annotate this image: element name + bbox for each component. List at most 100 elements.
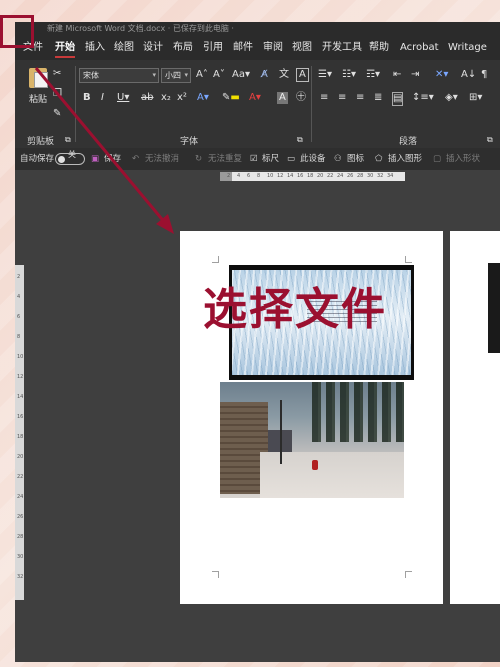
ruler-tick-label: 34 [387, 173, 394, 179]
menu-review[interactable]: 审阅 [263, 36, 283, 60]
game-screenshot-image[interactable] [220, 382, 404, 498]
subscript-icon[interactable]: x₂ [161, 92, 171, 104]
insert-shape-icon: ⬠ [375, 154, 383, 164]
ruler-tick-label: 20 [17, 454, 24, 460]
ruler-tick-label: 26 [17, 514, 24, 520]
bullets-icon[interactable]: ☰▾ [318, 69, 332, 81]
font-launcher-icon[interactable]: ⧉ [297, 134, 303, 146]
insert-shape-button[interactable]: 插入图形 [388, 148, 422, 170]
undo-icon: ↶ [132, 154, 140, 164]
autosave-state: 关 [68, 150, 76, 159]
shrink-font-icon[interactable]: A˅ [213, 69, 225, 81]
ruler-tick-label: 16 [17, 414, 24, 420]
chevron-down-icon: ▾ [152, 71, 156, 79]
ruler-tick-label: 12 [17, 374, 24, 380]
this-device-button[interactable]: 此设备 [300, 148, 326, 170]
character [312, 460, 318, 470]
ruler-tick-label: 4 [17, 294, 21, 300]
copy-icon[interactable]: ❐ [53, 88, 62, 100]
borders-icon[interactable]: ⊞▾ [469, 92, 482, 104]
ruler-tick-label: 2 [17, 274, 21, 280]
ruler-tick-label: 12 [277, 173, 284, 179]
justify-icon[interactable]: ≣ [374, 92, 382, 104]
menu-design[interactable]: 设计 [143, 36, 163, 60]
page-edge-image [488, 263, 500, 353]
insert-shape2-button[interactable]: 插入形状 [446, 148, 480, 170]
align-right-icon[interactable]: ≡ [356, 92, 364, 104]
ribbon-home: 粘贴 ✂ ❐ ✎ 剪贴板 ⧉ 宋体 ▾ 小四 ▾ A˄ A˅ Aa▾ A̸ 文 A … [15, 60, 500, 148]
increase-indent-icon[interactable]: ⇥ [411, 69, 419, 81]
menu-draw[interactable]: 绘图 [114, 36, 134, 60]
ruler-tick-label: 22 [17, 474, 24, 480]
paste-button[interactable]: 粘贴 [29, 94, 47, 106]
phonetic-guide-icon[interactable]: 文 [279, 69, 289, 81]
show-marks-icon[interactable]: ¶ [481, 69, 487, 81]
window-title: 新建 Microsoft Word 文档.docx · 已保存到此电脑 · [15, 22, 500, 36]
undo-button[interactable]: 无法撤消 [145, 148, 179, 170]
ruler-tick-label: 32 [377, 173, 384, 179]
superscript-icon[interactable]: x² [177, 92, 187, 104]
trees [312, 382, 404, 442]
menu-help[interactable]: 帮助 [369, 36, 389, 60]
icons-button[interactable]: 图标 [347, 148, 364, 170]
redo-button[interactable]: 无法重复 [208, 148, 242, 170]
menu-bar: 文件 开始 插入 绘图 设计 布局 引用 邮件 审阅 视图 开发工具 帮助 Ac… [15, 36, 500, 60]
ruler-toggle[interactable]: 标尺 [262, 148, 279, 170]
align-left-icon[interactable]: ≡ [320, 92, 328, 104]
menu-references[interactable]: 引用 [203, 36, 223, 60]
format-painter-icon[interactable]: ✎ [53, 108, 61, 120]
multilevel-list-icon[interactable]: ☶▾ [366, 69, 380, 81]
sort-icon[interactable]: A↓ [461, 69, 476, 81]
margin-corner [212, 571, 219, 578]
font-color-icon[interactable]: A▾ [249, 92, 261, 104]
chinese-layout-icon[interactable]: ✕▾ [435, 69, 448, 81]
decrease-indent-icon[interactable]: ⇤ [393, 69, 401, 81]
margin-corner [405, 571, 412, 578]
checkbox-icon[interactable]: ☑ [250, 148, 258, 170]
ruler-tick-label: 20 [317, 173, 324, 179]
next-page[interactable] [450, 231, 500, 604]
highlight-icon[interactable]: ✎▬ [222, 92, 240, 104]
line-spacing-icon[interactable]: ↕≡▾ [412, 92, 434, 104]
ruler-tick-label: 18 [17, 434, 24, 440]
grow-font-icon[interactable]: A˄ [196, 69, 208, 81]
menu-developer[interactable]: 开发工具 [322, 36, 362, 60]
change-case-icon[interactable]: Aa▾ [232, 69, 250, 81]
shading-icon[interactable]: ◈▾ [445, 92, 458, 104]
save-button[interactable]: 保存 [104, 148, 121, 170]
ruler-tick-label: 28 [357, 173, 364, 179]
clipboard-launcher-icon[interactable]: ⧉ [65, 134, 71, 146]
clear-format-icon[interactable]: A̸ [261, 69, 268, 81]
divider [311, 66, 312, 142]
strikethrough-icon[interactable]: ab [141, 92, 153, 104]
paragraph-launcher-icon[interactable]: ⧉ [487, 134, 493, 146]
char-shading-icon[interactable]: A [277, 92, 288, 104]
cut-icon[interactable]: ✂ [53, 68, 61, 80]
menu-layout[interactable]: 布局 [173, 36, 193, 60]
menu-home[interactable]: 开始 [55, 36, 75, 60]
menu-writage[interactable]: Writage [448, 36, 487, 60]
align-center-icon[interactable]: ≡ [338, 92, 346, 104]
menu-mailings[interactable]: 邮件 [233, 36, 253, 60]
underline-icon[interactable]: U▾ [117, 92, 129, 104]
distributed-icon[interactable]: ▤ [392, 92, 404, 106]
ruler-tick-label: 2 [227, 173, 231, 179]
autosave-toggle[interactable]: 关 [55, 150, 85, 165]
numbering-icon[interactable]: ☷▾ [342, 69, 356, 81]
menu-insert[interactable]: 插入 [85, 36, 105, 60]
char-border-icon[interactable]: A [296, 68, 309, 82]
italic-icon[interactable]: I [101, 92, 104, 104]
word-window: 新建 Microsoft Word 文档.docx · 已保存到此电脑 · 文件… [15, 22, 500, 662]
ruler-tick-label: 8 [257, 173, 261, 179]
ruler-tick-label: 14 [287, 173, 294, 179]
menu-view[interactable]: 视图 [292, 36, 312, 60]
font-size-select[interactable]: 小四 ▾ [161, 68, 191, 83]
bold-icon[interactable]: B [83, 92, 91, 104]
ruler-tick-label: 30 [17, 554, 24, 560]
ruler-tick-label: 24 [17, 494, 24, 500]
text-effects-icon[interactable]: A▾ [197, 92, 209, 104]
enclose-char-icon[interactable]: ㊉ [296, 92, 306, 104]
font-name-select[interactable]: 宋体 ▾ [79, 68, 159, 83]
ruler-tick-label: 18 [307, 173, 314, 179]
menu-acrobat[interactable]: Acrobat [400, 36, 439, 60]
